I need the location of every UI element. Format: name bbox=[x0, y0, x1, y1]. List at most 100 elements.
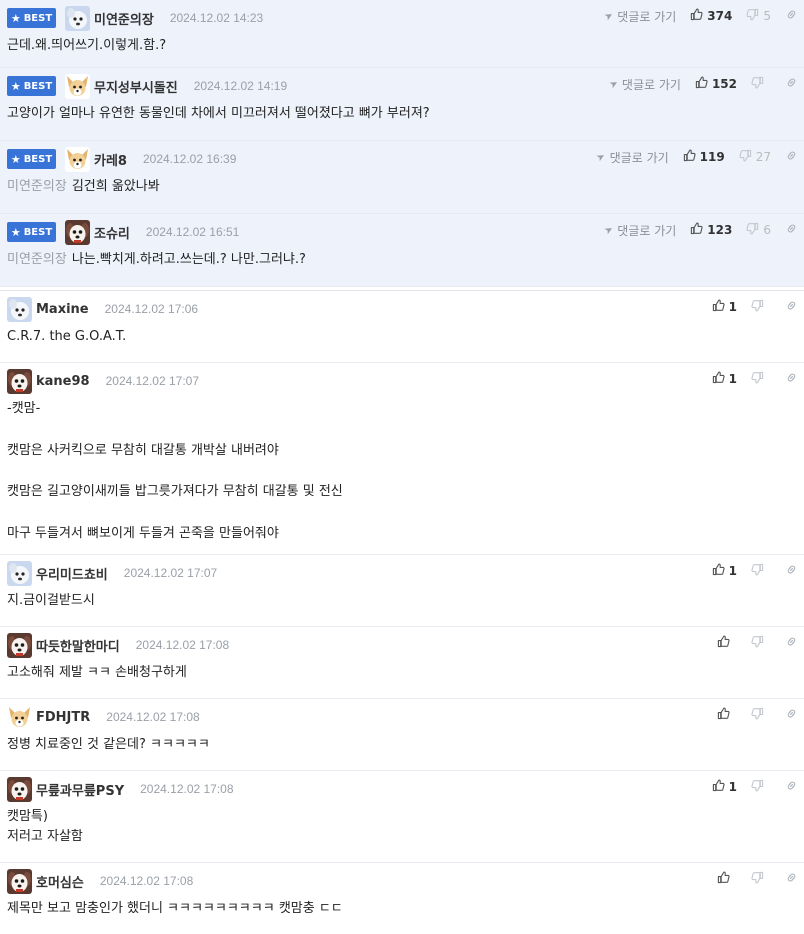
avatar[interactable] bbox=[7, 704, 32, 730]
thumbs-up-icon bbox=[712, 371, 725, 388]
go-to-reply-link[interactable]: ➤ 댓글로 가기 bbox=[602, 8, 677, 25]
go-to-reply-link[interactable]: ➤ 댓글로 가기 bbox=[595, 149, 669, 166]
author-nickname[interactable]: 카레8 bbox=[94, 150, 127, 169]
copy-link-button[interactable] bbox=[785, 563, 798, 580]
author-nickname[interactable]: 미연준의장 bbox=[94, 9, 154, 28]
star-icon: ★ bbox=[10, 152, 21, 166]
avatar[interactable] bbox=[7, 632, 32, 658]
link-icon bbox=[785, 871, 798, 888]
comment-header: 우리미드쵸비 2024.12.02 17:07 1 bbox=[7, 555, 804, 591]
dislike-button[interactable]: 27 bbox=[739, 149, 771, 166]
copy-link-button[interactable] bbox=[785, 299, 798, 316]
mention[interactable]: 미연준의장 bbox=[7, 252, 67, 267]
dislike-button[interactable] bbox=[751, 707, 771, 724]
dislike-button[interactable] bbox=[751, 871, 771, 888]
dislike-button[interactable] bbox=[751, 779, 771, 796]
comment-date: 2024.12.02 17:07 bbox=[123, 566, 218, 580]
link-icon bbox=[785, 8, 798, 25]
send-arrow-icon: ➤ bbox=[595, 150, 608, 164]
like-button[interactable]: 1 bbox=[712, 299, 737, 316]
comment-actions: 1 bbox=[712, 363, 798, 395]
author-nickname[interactable]: 우리미드쵸비 bbox=[36, 564, 108, 583]
comment-text-line: 근데.왜.띄어쓰기.이렇게.함.? bbox=[7, 36, 804, 56]
comment-text-line: 캣맘특) bbox=[7, 807, 804, 827]
like-button[interactable]: 1 bbox=[712, 779, 737, 796]
star-icon: ★ bbox=[10, 79, 21, 93]
comment-actions: 1 bbox=[712, 771, 798, 803]
dislike-button[interactable]: 6 bbox=[746, 222, 771, 239]
author-nickname[interactable]: FDHJTR bbox=[36, 710, 90, 725]
copy-link-button[interactable] bbox=[785, 8, 798, 25]
comment-text-line bbox=[7, 461, 804, 483]
link-icon bbox=[785, 563, 798, 580]
comment-text-line: 고양이가 얼마나 유연한 동물인데 차에서 미끄러져서 떨어졌다고 뼈가 부러져… bbox=[7, 104, 804, 124]
avatar[interactable] bbox=[7, 868, 32, 894]
copy-link-button[interactable] bbox=[785, 76, 798, 93]
thumbs-down-icon bbox=[751, 707, 764, 724]
go-to-reply-label: 댓글로 가기 bbox=[617, 223, 677, 238]
author-nickname[interactable]: kane98 bbox=[36, 374, 90, 389]
copy-link-button[interactable] bbox=[785, 707, 798, 724]
thumbs-down-icon bbox=[751, 76, 764, 93]
copy-link-button[interactable] bbox=[785, 635, 798, 652]
avatar[interactable] bbox=[65, 73, 90, 99]
like-button[interactable] bbox=[717, 871, 737, 888]
like-button[interactable]: 123 bbox=[690, 222, 732, 239]
dislike-button[interactable] bbox=[751, 635, 771, 652]
send-arrow-icon: ➤ bbox=[602, 9, 616, 23]
author-nickname[interactable]: Maxine bbox=[36, 302, 89, 317]
author-nickname[interactable]: 무릎과무릎PSY bbox=[36, 780, 124, 799]
avatar[interactable] bbox=[7, 368, 32, 394]
dislike-button[interactable] bbox=[751, 299, 771, 316]
author-nickname[interactable]: 호머심슨 bbox=[36, 872, 84, 891]
like-button[interactable] bbox=[717, 635, 737, 652]
star-icon: ★ bbox=[10, 11, 21, 25]
avatar[interactable] bbox=[7, 296, 32, 322]
copy-link-button[interactable] bbox=[785, 222, 798, 239]
dislike-button[interactable] bbox=[751, 76, 771, 93]
dislike-button[interactable] bbox=[751, 371, 771, 388]
dislike-button[interactable]: 5 bbox=[746, 8, 771, 25]
comment-body: 미연준의장 나는.빡치게.하려고.쓰는데.? 나만.그러냐.? bbox=[7, 250, 804, 270]
avatar[interactable] bbox=[65, 146, 90, 172]
like-count: 374 bbox=[707, 9, 733, 23]
copy-link-button[interactable] bbox=[785, 371, 798, 388]
like-button[interactable]: 152 bbox=[695, 76, 737, 93]
author-nickname[interactable]: 따듯한말한마디 bbox=[36, 636, 120, 655]
comment-actions: ➤ 댓글로 가기 374 5 bbox=[602, 0, 798, 32]
copy-link-button[interactable] bbox=[785, 779, 798, 796]
like-button[interactable]: 1 bbox=[712, 563, 737, 580]
comment-text: 마구 두들겨서 뼈보이게 두들겨 곤죽을 만들어줘야 bbox=[7, 525, 279, 541]
like-button[interactable]: 374 bbox=[690, 8, 732, 25]
thumbs-up-icon bbox=[712, 563, 725, 580]
go-to-reply-link[interactable]: ➤ 댓글로 가기 bbox=[607, 76, 681, 93]
comment-body: 지.금이걸받드시 bbox=[7, 591, 804, 611]
link-icon bbox=[785, 149, 798, 166]
comment-body: 정병 치료중인 것 같은데? ㅋㅋㅋㅋㅋ bbox=[7, 735, 804, 755]
comment-actions bbox=[717, 627, 798, 659]
author-nickname[interactable]: 조슈리 bbox=[94, 223, 130, 242]
comment-body: 제목만 보고 맘충인가 했더니 ㅋㅋㅋㅋㅋㅋㅋㅋㅋ 캣맘충 ㄷㄷ bbox=[7, 899, 804, 919]
go-to-reply-link[interactable]: ➤ 댓글로 가기 bbox=[603, 222, 677, 239]
comment-body: C.R.7. the G.O.A.T. bbox=[7, 327, 804, 347]
dislike-count: 27 bbox=[755, 150, 771, 164]
comment: 호머심슨 2024.12.02 17:08 제목만 보고 맘충인가 했더니 ㅋㅋㅋㅋ… bbox=[0, 863, 804, 934]
avatar[interactable] bbox=[7, 776, 32, 802]
author-nickname[interactable]: 무지성부시돌진 bbox=[94, 77, 178, 96]
like-button[interactable]: 119 bbox=[683, 149, 725, 166]
thumbs-up-icon bbox=[717, 871, 730, 888]
avatar[interactable] bbox=[7, 560, 32, 586]
mention[interactable]: 미연준의장 bbox=[7, 179, 67, 194]
like-button[interactable]: 1 bbox=[712, 371, 737, 388]
dislike-button[interactable] bbox=[751, 563, 771, 580]
avatar[interactable] bbox=[65, 5, 90, 31]
comment-text-line: 저러고 자살함 bbox=[7, 827, 804, 847]
comment-text-line bbox=[7, 419, 804, 441]
comment-header: ★ BEST 조슈리 2024.12.02 16:51 ➤ 댓글로 가기 123 6 bbox=[7, 214, 804, 250]
copy-link-button[interactable] bbox=[785, 871, 798, 888]
best-label: BEST bbox=[23, 80, 53, 92]
avatar[interactable] bbox=[65, 219, 90, 245]
comment-body: 고양이가 얼마나 유연한 동물인데 차에서 미끄러져서 떨어졌다고 뼈가 부러져… bbox=[7, 104, 804, 124]
copy-link-button[interactable] bbox=[785, 149, 798, 166]
like-button[interactable] bbox=[717, 707, 737, 724]
